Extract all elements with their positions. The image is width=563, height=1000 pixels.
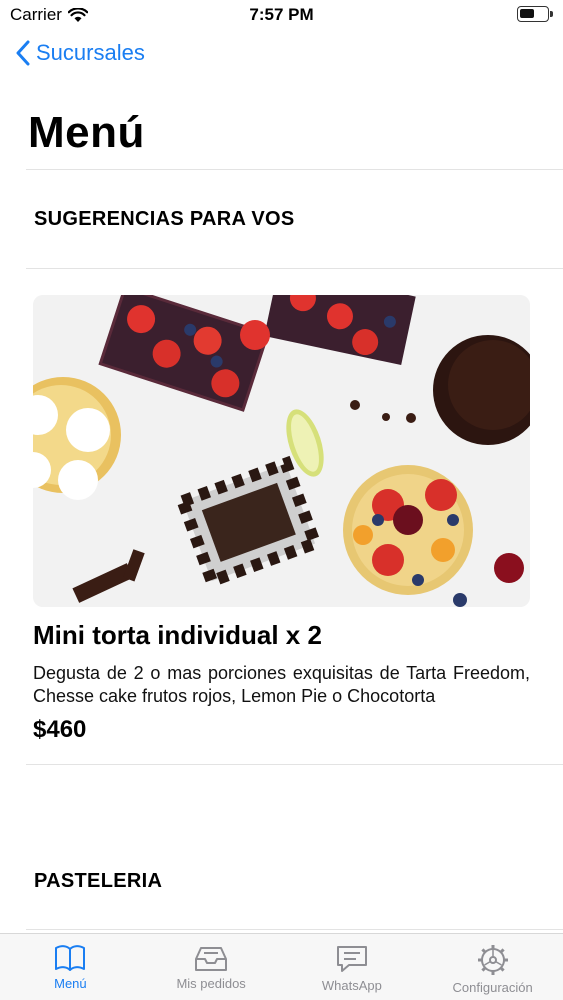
battery-level (520, 9, 534, 18)
divider (26, 929, 563, 930)
tab-mis-pedidos[interactable]: Mis pedidos (141, 934, 282, 1000)
tab-whatsapp-label: WhatsApp (321, 978, 382, 993)
product-price: $460 (33, 716, 87, 743)
back-button-label: Sucursales (36, 40, 145, 65)
status-bar: Carrier 7:57 PM (0, 0, 563, 30)
product-image (33, 295, 530, 607)
clock: 7:57 PM (249, 5, 314, 24)
inbox-icon (195, 947, 228, 971)
book-icon (55, 945, 86, 971)
chevron-left-icon (16, 40, 30, 66)
tab-configuracion[interactable]: Configuración (422, 934, 563, 1000)
divider (26, 764, 563, 765)
gear-icon (477, 945, 508, 975)
section-header-sugerencias: SUGERENCIAS PARA VOS (34, 208, 295, 230)
battery-icon (517, 6, 553, 22)
product-description: Degusta de 2 o mas porciones exquisitas … (33, 663, 530, 706)
tab-configuracion-label: Configuración (452, 980, 533, 995)
chat-icon (336, 946, 367, 972)
section-header-pasteleria: PASTELERIA (34, 870, 163, 892)
tab-menu-label: Menú (54, 976, 87, 991)
product-name: Mini torta individual x 2 (33, 620, 322, 650)
tab-mis-pedidos-label: Mis pedidos (176, 976, 246, 991)
tab-menu[interactable]: Menú (0, 934, 141, 1000)
tab-bar: Menú Mis pedidos WhatsApp Configuración (0, 933, 563, 1000)
tab-whatsapp[interactable]: WhatsApp (282, 934, 423, 1000)
divider (26, 169, 563, 170)
page-title: Menú (28, 108, 145, 157)
divider (26, 268, 563, 269)
back-button[interactable]: Sucursales (16, 40, 145, 66)
dessert-photo (33, 295, 530, 607)
